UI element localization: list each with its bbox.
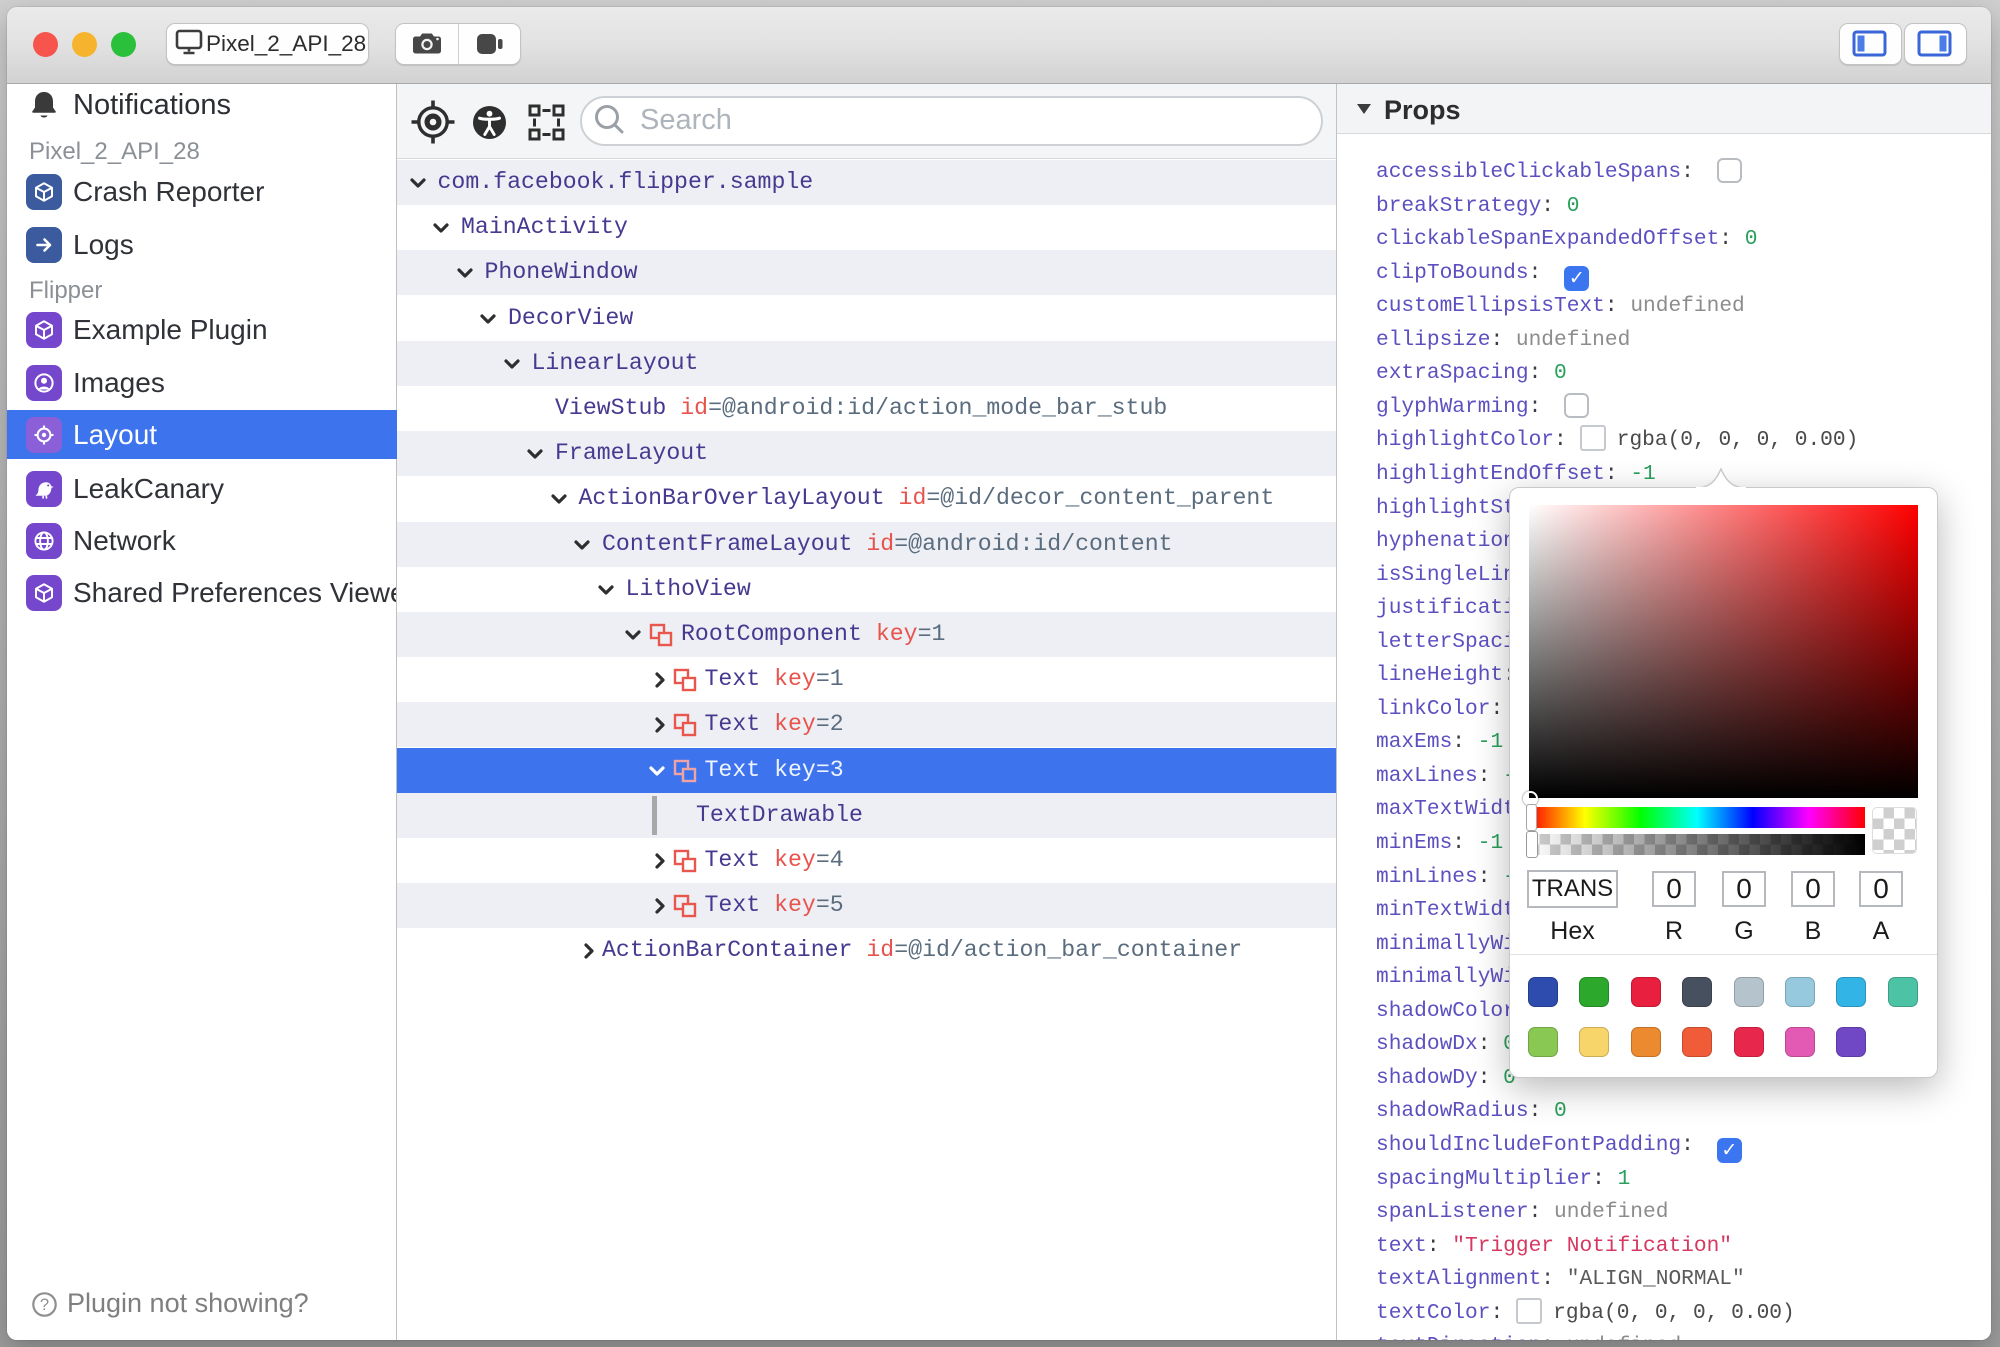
svg-text:?: ? [40,1296,49,1314]
